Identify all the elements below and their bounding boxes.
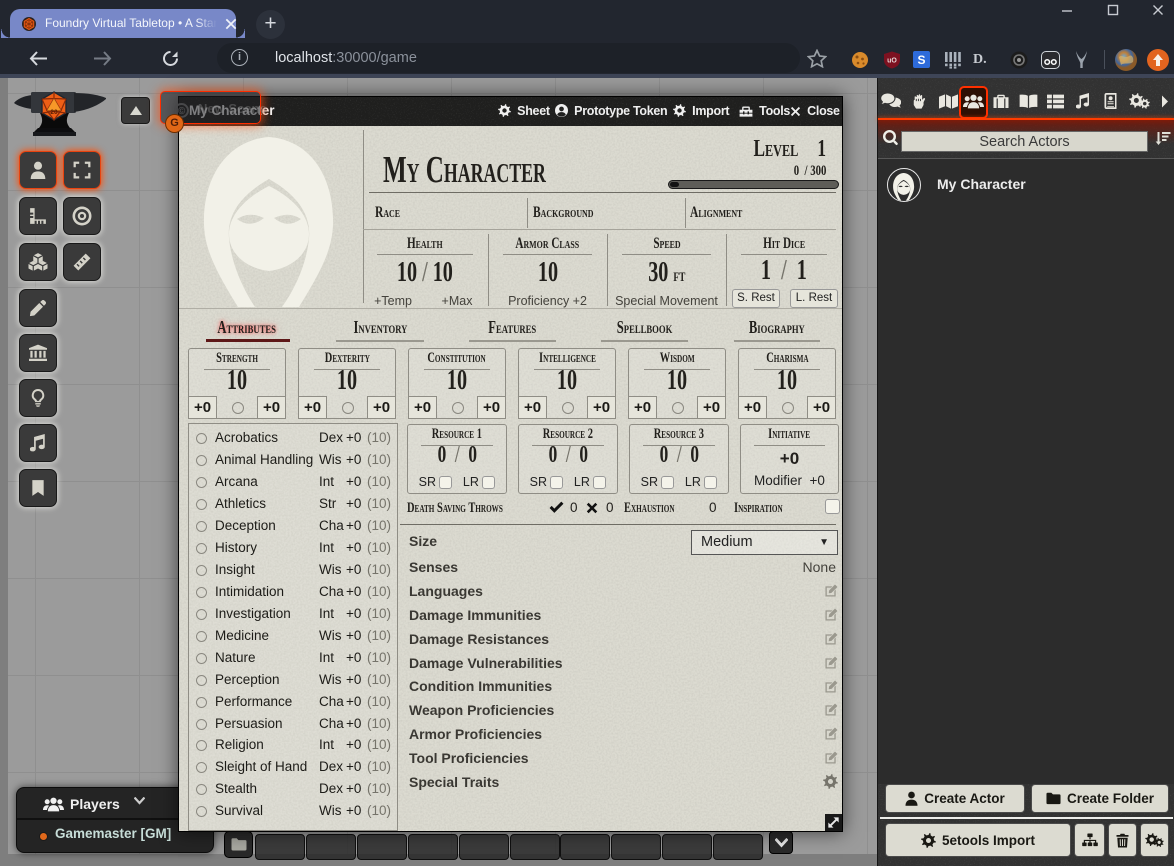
svg-text:uO: uO (887, 58, 897, 65)
svg-text:20: 20 (50, 109, 58, 116)
svg-text:S: S (917, 53, 925, 67)
